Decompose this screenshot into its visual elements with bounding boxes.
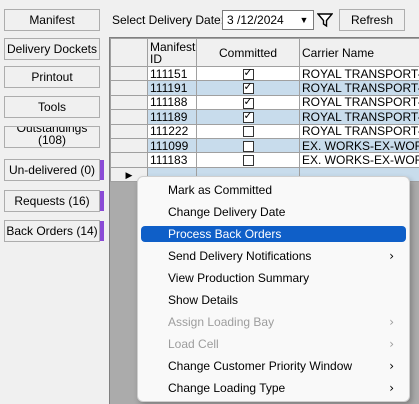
committed-checkbox[interactable]	[242, 82, 254, 95]
menu-item-label: Change Loading Type	[168, 381, 286, 395]
committed-checkbox[interactable]	[242, 68, 254, 80]
table-row[interactable]: 111151 ROYAL TRANSPORT-UN	[110, 65, 419, 82]
committed-checkbox[interactable]	[242, 111, 254, 124]
row-selector[interactable]	[110, 65, 148, 82]
context-menu: Mark as Committed Change Delivery Date P…	[137, 176, 410, 402]
delivery-date-value: 3 /12/2024	[227, 13, 284, 27]
menu-item-label: Change Delivery Date	[168, 205, 286, 219]
carrier-cell: ROYAL TRANSPORT-NE	[299, 109, 419, 125]
committed-cell[interactable]	[196, 152, 300, 168]
menu-item-load-cell: Load Cell ›	[141, 336, 406, 352]
manifest-id-cell: 111099	[147, 137, 197, 154]
menu-item-label: View Production Summary	[168, 271, 310, 285]
menu-item-label: Show Details	[168, 293, 239, 307]
back-orders-button[interactable]: Back Orders (14)	[4, 220, 104, 242]
carrier-cell: ROYAL TRANSPORT-UN	[299, 80, 419, 96]
undelivered-button[interactable]: Un-delivered (0)	[4, 159, 104, 181]
committed-cell[interactable]	[196, 137, 300, 154]
menu-item-change-delivery-date[interactable]: Change Delivery Date	[141, 204, 406, 220]
carrier-cell: ROYAL TRANSPORT-UN	[299, 65, 419, 82]
menu-item-label: Send Delivery Notifications	[168, 249, 312, 263]
chevron-down-icon[interactable]: ▼	[296, 12, 312, 28]
menu-item-label: Assign Loading Bay	[168, 315, 275, 329]
filter-button[interactable]	[315, 9, 335, 31]
filter-icon	[317, 13, 333, 28]
row-selector[interactable]	[110, 109, 148, 125]
row-selector-header	[110, 38, 148, 67]
current-row-pointer-icon: ▶	[125, 169, 133, 180]
committed-cell[interactable]	[196, 94, 300, 111]
column-header-committed[interactable]: Committed	[196, 38, 300, 67]
committed-cell[interactable]	[196, 80, 300, 96]
menu-item-label: Load Cell	[168, 337, 219, 351]
chevron-right-icon: ›	[389, 337, 394, 351]
committed-cell[interactable]	[196, 109, 300, 125]
column-header-manifest-id[interactable]: Manifest ID	[147, 38, 197, 67]
delivery-dockets-button[interactable]: Delivery Dockets	[4, 38, 100, 60]
committed-cell[interactable]	[196, 123, 300, 139]
carrier-cell: ROYAL TRANSPORT-GR	[299, 94, 419, 111]
chevron-right-icon: ›	[389, 249, 394, 263]
chevron-right-icon: ›	[389, 381, 394, 395]
table-row[interactable]: 111189 ROYAL TRANSPORT-NE	[110, 109, 419, 125]
menu-item-assign-loading-bay: Assign Loading Bay ›	[141, 314, 406, 330]
manifest-id-cell: 111188	[147, 94, 197, 111]
carrier-cell: ROYAL TRANSPORT-UN	[299, 123, 419, 139]
delivery-date-label: Select Delivery Date:	[112, 13, 225, 27]
table-row[interactable]: 111188 ROYAL TRANSPORT-GR	[110, 94, 419, 111]
committed-checkbox[interactable]	[242, 155, 254, 167]
outstandings-button[interactable]: Outstandings (108)	[4, 126, 100, 148]
table-row[interactable]: 111191 ROYAL TRANSPORT-UN	[110, 80, 419, 96]
menu-item-mark-as-committed[interactable]: Mark as Committed	[141, 182, 406, 198]
menu-item-show-details[interactable]: Show Details	[141, 292, 406, 308]
menu-item-send-delivery-notifications[interactable]: Send Delivery Notifications ›	[141, 248, 406, 264]
row-selector[interactable]	[110, 80, 148, 96]
row-selector[interactable]	[110, 152, 148, 168]
row-selector[interactable]	[110, 137, 148, 154]
column-header-carrier-name[interactable]: Carrier Name	[299, 38, 419, 67]
carrier-cell: EX. WORKS-EX-WORKS	[299, 152, 419, 168]
manifest-button[interactable]: Manifest	[4, 9, 100, 31]
table-row[interactable]: 111222 ROYAL TRANSPORT-UN	[110, 123, 419, 139]
menu-item-label: Process Back Orders	[168, 227, 282, 241]
printout-button[interactable]: Printout	[4, 66, 100, 88]
outstandings-count: (108)	[37, 133, 66, 147]
row-selector[interactable]	[110, 94, 148, 111]
menu-item-label: Mark as Committed	[168, 183, 273, 197]
row-selector[interactable]	[110, 123, 148, 139]
requests-button[interactable]: Requests (16)	[4, 190, 104, 212]
chevron-right-icon: ›	[389, 315, 394, 329]
committed-checkbox[interactable]	[242, 126, 254, 138]
manifest-id-cell: 111222	[147, 123, 197, 139]
manifest-id-cell: 111183	[147, 152, 197, 168]
menu-item-change-loading-type[interactable]: Change Loading Type ›	[141, 380, 406, 396]
menu-item-label: Change Customer Priority Window	[168, 359, 353, 373]
committed-checkbox[interactable]	[242, 140, 254, 152]
manifest-id-cell: 111189	[147, 109, 197, 125]
refresh-button[interactable]: Refresh	[339, 9, 405, 31]
table-row[interactable]: 111183 EX. WORKS-EX-WORKS	[110, 152, 419, 168]
menu-item-change-customer-priority-window[interactable]: Change Customer Priority Window ›	[141, 358, 406, 374]
menu-item-view-production-summary[interactable]: View Production Summary	[141, 270, 406, 286]
manifest-id-cell: 111191	[147, 80, 197, 96]
delivery-date-picker[interactable]: 3 /12/2024 ▼	[222, 10, 314, 30]
menu-item-process-back-orders[interactable]: Process Back Orders	[141, 226, 406, 242]
chevron-right-icon: ›	[389, 359, 394, 373]
table-row[interactable]: 111099 EX. WORKS-EX-WORKS	[110, 137, 419, 154]
tools-button[interactable]: Tools	[4, 96, 100, 118]
committed-checkbox[interactable]	[242, 96, 254, 109]
manifest-id-cell: 111151	[147, 65, 197, 82]
committed-cell[interactable]	[196, 65, 300, 82]
carrier-cell: EX. WORKS-EX-WORKS	[299, 137, 419, 154]
